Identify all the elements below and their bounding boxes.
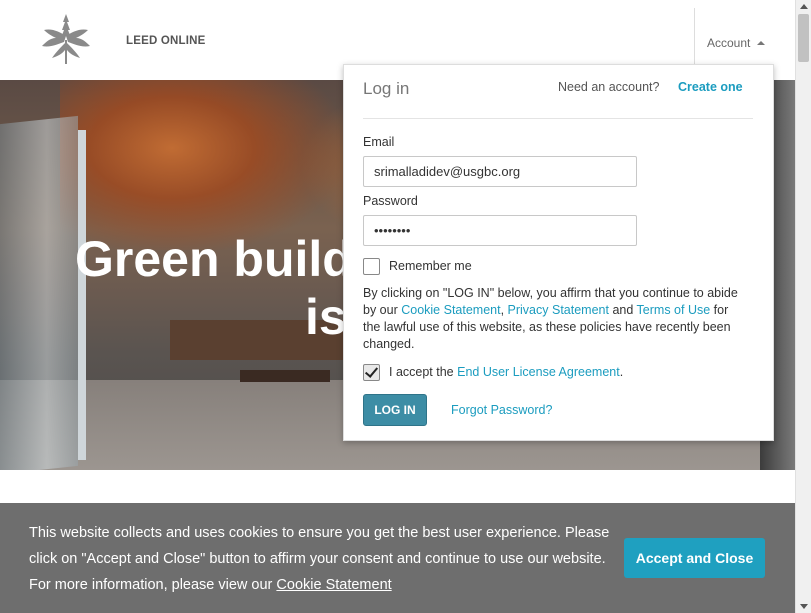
hero-title-line2: is [305,289,347,345]
eula-prefix: I accept the [389,365,458,379]
scrollbar-thumb[interactable] [798,14,809,62]
terms-sep: and [608,303,637,317]
remember-me-checkbox[interactable] [363,258,380,275]
eula-suffix: . [619,365,624,379]
hero-title: Green build [75,231,353,287]
terms-sep: , [500,303,508,317]
accept-and-close-button[interactable]: Accept and Close [624,538,765,578]
hero-door-frame [78,130,86,460]
cookie-statement-link[interactable]: Cookie Statement [401,303,500,317]
eula-link[interactable]: End User License Agreement [457,365,620,379]
privacy-statement-link[interactable]: Privacy Statement [508,303,609,317]
page-scrollbar[interactable] [795,0,811,613]
terms-of-use-link[interactable]: Terms of Use [637,303,711,317]
email-label: Email [363,135,395,149]
caret-up-icon [757,41,765,45]
need-account-text: Need an account? [558,80,660,94]
forgot-password-link[interactable]: Forgot Password? [451,403,552,417]
eula-label: I accept the End User License Agreement. [389,365,623,379]
cookie-banner: This website collects and uses cookies t… [0,503,795,613]
remember-me-label[interactable]: Remember me [389,259,472,273]
cookie-statement-link[interactable]: Cookie Statement [276,577,391,593]
email-field[interactable] [363,156,637,187]
hero-bench [240,370,330,382]
password-field[interactable] [363,215,637,246]
login-button[interactable]: LOG IN [363,394,427,426]
brand-name[interactable]: LEED ONLINE [126,35,206,47]
login-dropdown: Log in Need an account? Create one Email… [343,64,774,441]
password-label: Password [363,194,418,208]
account-label[interactable]: Account [707,36,750,50]
eula-checkbox[interactable] [363,364,380,381]
scroll-up-arrow-icon[interactable] [800,4,808,9]
hero-background-glow [60,80,340,250]
login-title: Log in [363,79,410,98]
account-menu[interactable]: Account [694,8,774,64]
scroll-down-arrow-icon[interactable] [800,604,808,609]
checkmark-icon [364,364,379,378]
divider [363,118,753,119]
usgbc-logo-icon[interactable] [38,12,94,64]
create-account-link[interactable]: Create one [678,80,743,94]
terms-text: By clicking on "LOG IN" below, you affir… [363,285,748,353]
cookie-text: This website collects and uses cookies t… [29,520,619,598]
hero-glass-door [0,115,78,470]
